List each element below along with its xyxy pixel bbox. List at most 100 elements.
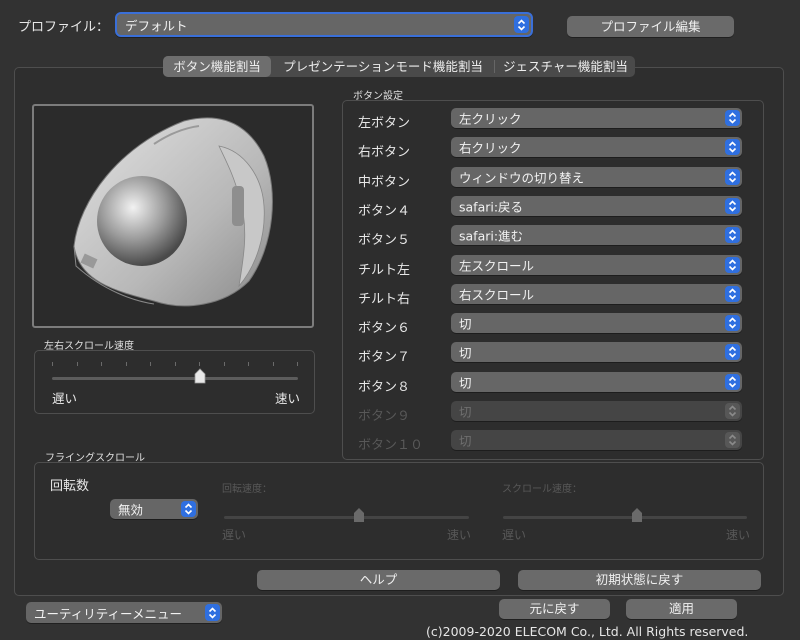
button-row-chevron-icon bbox=[725, 374, 740, 390]
rotation-select[interactable]: 無効 bbox=[110, 499, 198, 519]
profile-select-value: デフォルト bbox=[125, 18, 188, 33]
button-row-select[interactable]: safari:進む bbox=[451, 225, 742, 245]
button-row-select-value: 右クリック bbox=[459, 140, 522, 156]
help-button[interactable]: ヘルプ bbox=[257, 570, 500, 590]
tab-gesture-assign[interactable]: ジェスチャー機能割当 bbox=[496, 56, 635, 77]
scroll-speed-slow: 遅い bbox=[502, 528, 527, 542]
button-row-chevron-icon bbox=[725, 257, 740, 273]
button-row-select-value: safari:進む bbox=[459, 228, 524, 244]
button-row-select-value: 切 bbox=[459, 316, 472, 332]
button-row-chevron-icon bbox=[725, 403, 740, 419]
button-row-label: 左ボタン bbox=[358, 116, 411, 131]
profile-label: プロファイル： bbox=[18, 20, 110, 35]
rotation-speed-slider bbox=[224, 502, 469, 524]
button-row-select-value: 切 bbox=[459, 345, 472, 361]
scroll-speed-track bbox=[503, 516, 747, 519]
button-row-chevron-icon bbox=[725, 286, 740, 302]
button-row-select[interactable]: 右クリック bbox=[451, 137, 742, 157]
button-row-select-value: ウィンドウの切り替え bbox=[459, 170, 585, 186]
hscroll-knob[interactable] bbox=[194, 368, 206, 384]
trackball-mouse-image bbox=[73, 117, 273, 307]
button-row-label: チルト右 bbox=[358, 292, 411, 307]
scroll-speed-knob bbox=[632, 508, 642, 522]
hscroll-fast-label: 速い bbox=[275, 391, 301, 406]
utility-menu-chevron-icon bbox=[205, 604, 220, 621]
tab-presentation-assign[interactable]: プレゼンテーションモード機能割当 bbox=[273, 56, 493, 77]
button-row-select-value: 右スクロール bbox=[459, 287, 535, 303]
slider-tick bbox=[126, 362, 127, 366]
button-row-label: チルト左 bbox=[358, 263, 411, 278]
mouse-image-frame bbox=[32, 104, 314, 328]
rotation-speed-track bbox=[224, 516, 469, 519]
scroll-speed-title: スクロール速度： bbox=[502, 484, 582, 495]
button-row-select-value: 切 bbox=[459, 433, 472, 449]
button-row-select-value: safari:戻る bbox=[459, 199, 524, 215]
profile-edit-button[interactable]: プロファイル編集 bbox=[567, 16, 734, 37]
button-row-chevron-icon bbox=[725, 139, 740, 155]
button-row-select[interactable]: 左クリック bbox=[451, 108, 742, 128]
apply-button[interactable]: 適用 bbox=[626, 599, 737, 619]
slider-tick bbox=[273, 362, 274, 366]
button-row-chevron-icon bbox=[725, 344, 740, 360]
button-row-select: 切 bbox=[451, 430, 742, 450]
copyright-text: (c)2009-2020 ELECOM Co., Ltd. All Rights… bbox=[426, 624, 749, 639]
tab-divider bbox=[494, 60, 495, 73]
tab-button-assign[interactable]: ボタン機能割当 bbox=[163, 56, 271, 77]
slider-tick bbox=[224, 362, 225, 366]
button-row-chevron-icon bbox=[725, 110, 740, 126]
button-row-chevron-icon bbox=[725, 315, 740, 331]
rotation-select-chevron-icon bbox=[181, 501, 196, 517]
button-row-label: ボタン７ bbox=[358, 350, 411, 365]
slider-tick bbox=[150, 362, 151, 366]
hscroll-slider[interactable] bbox=[52, 358, 298, 384]
profile-select-chevron-icon bbox=[514, 16, 529, 33]
slider-tick bbox=[52, 362, 53, 366]
button-row-select[interactable]: 切 bbox=[451, 372, 742, 392]
scroll-speed-slider bbox=[503, 502, 747, 524]
rotation-speed-slow: 遅い bbox=[222, 528, 247, 542]
slider-tick bbox=[175, 362, 176, 366]
rotation-speed-knob bbox=[354, 508, 364, 522]
hscroll-slow-label: 遅い bbox=[52, 391, 78, 406]
button-row-label: 右ボタン bbox=[358, 145, 411, 160]
button-row-label: ボタン４ bbox=[358, 204, 411, 219]
reset-default-button[interactable]: 初期状態に戻す bbox=[518, 570, 761, 590]
slider-tick bbox=[101, 362, 102, 366]
button-row-label: ボタン９ bbox=[358, 409, 411, 424]
slider-tick bbox=[297, 362, 298, 366]
button-row-label: ボタン５ bbox=[358, 233, 411, 248]
button-row-chevron-icon bbox=[725, 227, 740, 243]
hscroll-track bbox=[52, 377, 298, 380]
button-row-select[interactable]: 切 bbox=[451, 342, 742, 362]
rotation-select-value: 無効 bbox=[118, 502, 144, 518]
button-row-select-value: 左クリック bbox=[459, 111, 522, 127]
button-row-label: ボタン６ bbox=[358, 321, 411, 336]
button-row-select-value: 切 bbox=[459, 375, 472, 391]
button-row-select[interactable]: 切 bbox=[451, 313, 742, 333]
slider-tick bbox=[248, 362, 249, 366]
rotation-label: 回転数 bbox=[50, 479, 90, 494]
profile-select[interactable]: デフォルト bbox=[115, 12, 533, 37]
button-row-select-value: 左スクロール bbox=[459, 258, 535, 274]
button-row-chevron-icon bbox=[725, 432, 740, 448]
button-row-label: ボタン１０ bbox=[358, 438, 424, 453]
button-row-chevron-icon bbox=[725, 169, 740, 185]
rotation-speed-title: 回転速度： bbox=[222, 484, 272, 495]
button-row-label: 中ボタン bbox=[358, 175, 411, 190]
scroll-speed-fast: 速い bbox=[726, 528, 751, 542]
button-row-select[interactable]: 左スクロール bbox=[451, 255, 742, 275]
button-row-chevron-icon bbox=[725, 198, 740, 214]
button-row-select-value: 切 bbox=[459, 404, 472, 420]
utility-menu-select[interactable]: ユーティリティーメニュー bbox=[26, 602, 222, 623]
button-row-select[interactable]: ウィンドウの切り替え bbox=[451, 167, 742, 187]
slider-tick bbox=[77, 362, 78, 366]
button-row-label: ボタン８ bbox=[358, 380, 411, 395]
tab-bar: ボタン機能割当 プレゼンテーションモード機能割当 ジェスチャー機能割当 bbox=[163, 56, 635, 77]
button-row-select: 切 bbox=[451, 401, 742, 421]
button-row-select[interactable]: 右スクロール bbox=[451, 284, 742, 304]
revert-button[interactable]: 元に戻す bbox=[499, 599, 610, 619]
slider-tick bbox=[199, 362, 200, 366]
utility-menu-value: ユーティリティーメニュー bbox=[34, 606, 183, 621]
rotation-speed-fast: 速い bbox=[447, 528, 472, 542]
button-row-select[interactable]: safari:戻る bbox=[451, 196, 742, 216]
